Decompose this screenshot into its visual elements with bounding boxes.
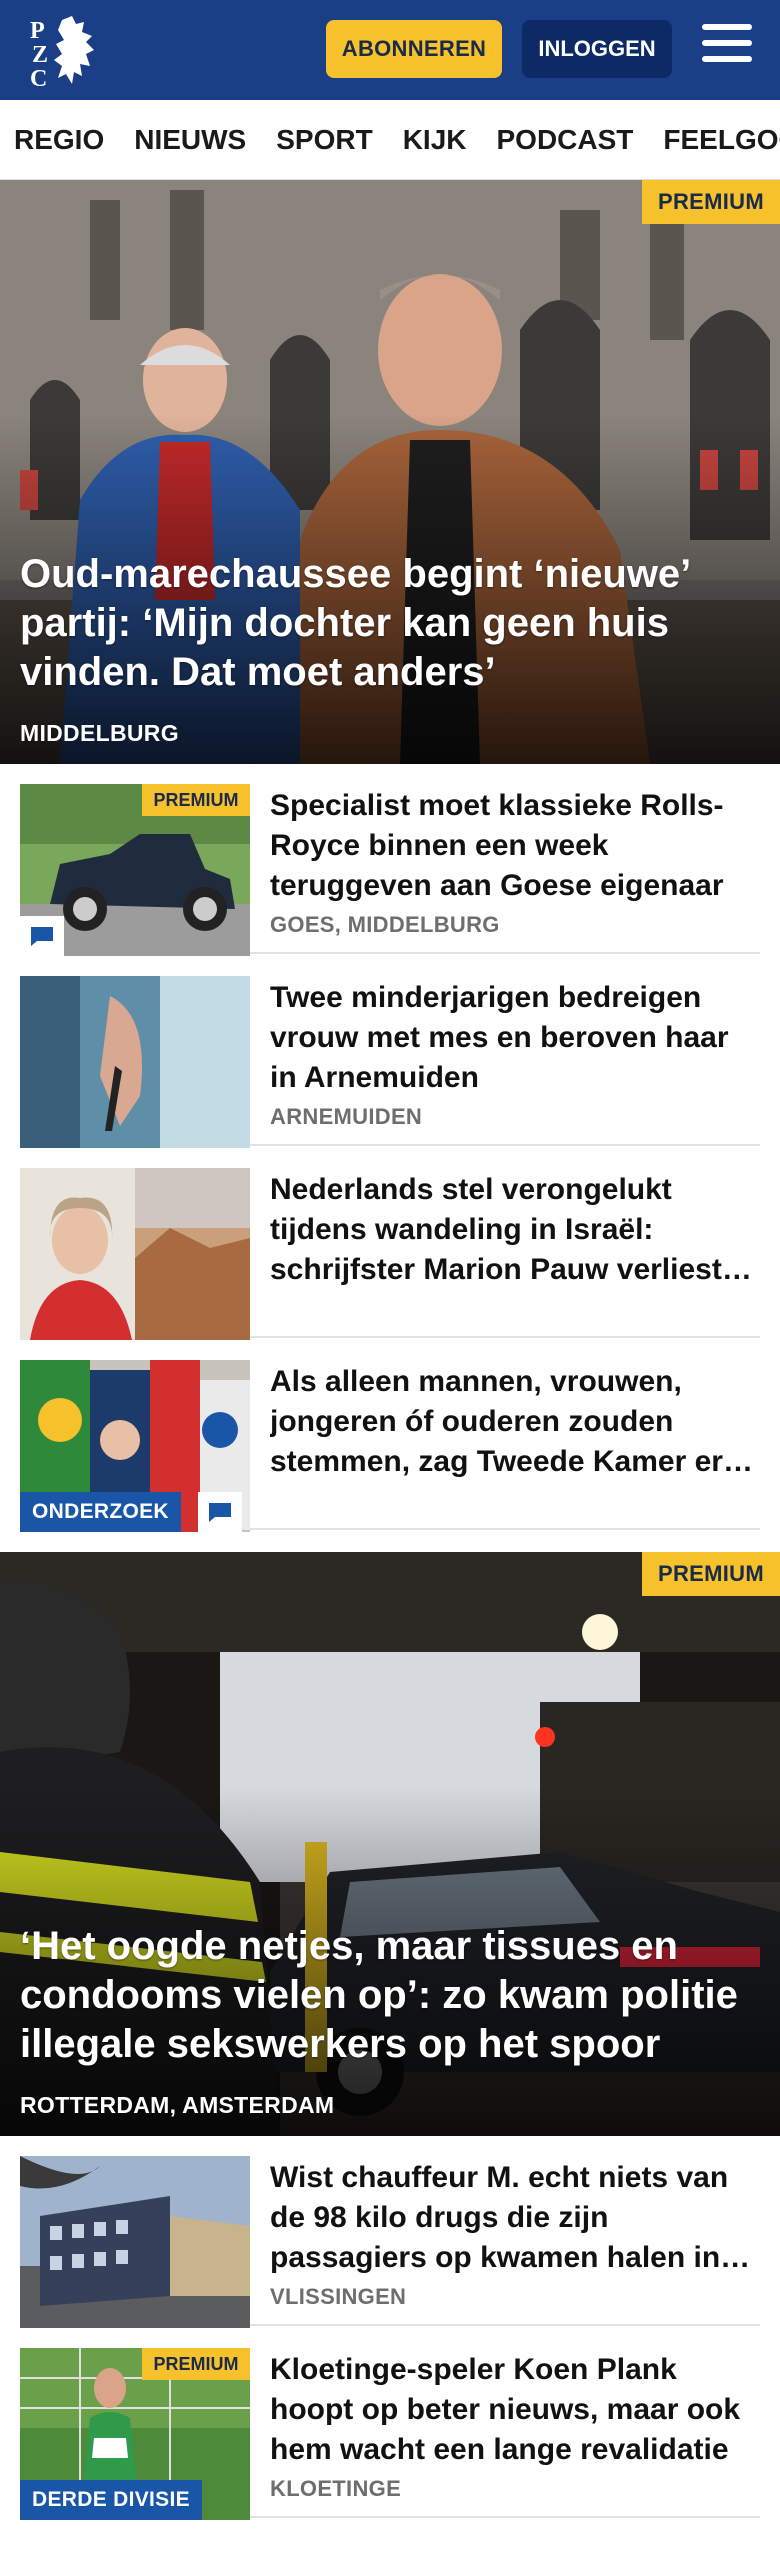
section-nav: REGIO NIEUWS SPORT KIJK PODCAST FEELGOOD…	[0, 100, 780, 180]
svg-text:C: C	[30, 66, 47, 88]
article-thumbnail: PREMIUM	[20, 784, 250, 956]
article-title[interactable]: Twee minderjarigen bedreigen vrouw met m…	[270, 978, 760, 1098]
comment-icon	[198, 1492, 242, 1532]
category-badge: DERDE DIVISIE	[20, 2480, 202, 2520]
article-thumbnail: ONDERZOEK	[20, 1360, 250, 1532]
nav-item-nieuws[interactable]: NIEUWS	[134, 124, 246, 156]
hamburger-menu-icon[interactable]	[700, 24, 754, 74]
premium-badge: PREMIUM	[142, 784, 250, 816]
list-item[interactable]: Nederlands stel verongelukt tijdens wand…	[20, 1148, 760, 1340]
article-location: KLOETINGE	[270, 2476, 402, 2501]
hero-article-1[interactable]: PREMIUM Oud-marechaussee begint ‘nieuwe’…	[0, 180, 780, 764]
list-item[interactable]: Twee minderjarigen bedreigen vrouw met m…	[20, 956, 760, 1148]
premium-badge: PREMIUM	[642, 1552, 780, 1596]
premium-badge: PREMIUM	[642, 180, 780, 224]
article-title[interactable]: Wist chauffeur M. echt niets van de 98 k…	[270, 2158, 760, 2278]
subscribe-button[interactable]: ABONNEREN	[326, 20, 502, 78]
article-location: VLISSINGEN	[270, 2284, 407, 2309]
nav-item-kijk[interactable]: KIJK	[403, 124, 467, 156]
article-location: GOES, MIDDELBURG	[270, 912, 500, 937]
nav-item-podcast[interactable]: PODCAST	[497, 124, 634, 156]
list-item[interactable]: Wist chauffeur M. echt niets van de 98 k…	[20, 2136, 760, 2328]
nav-item-feelgood[interactable]: FEELGOOD	[663, 124, 780, 156]
nav-item-regio[interactable]: REGIO	[14, 124, 104, 156]
list-item[interactable]: ONDERZOEK Als alleen mannen, vrouwen, jo…	[20, 1340, 760, 1532]
hero-title[interactable]: ‘Het oogde netjes, maar tissues en condo…	[20, 1922, 758, 2069]
article-thumbnail	[20, 976, 250, 1148]
article-thumbnail: PREMIUM DERDE DIVISIE	[20, 2348, 250, 2520]
article-title[interactable]: Kloetinge-speler Koen Plank hoopt op bet…	[270, 2350, 760, 2470]
login-button[interactable]: INLOGGEN	[522, 20, 672, 78]
premium-badge: PREMIUM	[142, 2348, 250, 2380]
hero-article-2[interactable]: PREMIUM ‘Het oogde netjes, maar tissues …	[0, 1552, 780, 2136]
hero-location: ROTTERDAM, AMSTERDAM	[20, 2092, 335, 2118]
article-thumbnail	[20, 2156, 250, 2328]
list-item[interactable]: PREMIUM Specialist moet klassieke Rolls-…	[20, 764, 760, 956]
comment-icon	[20, 916, 64, 956]
article-title[interactable]: Nederlands stel verongelukt tijdens wand…	[270, 1170, 760, 1290]
pzc-logo[interactable]: P Z C	[28, 12, 110, 92]
hero-location: MIDDELBURG	[20, 720, 179, 746]
article-title[interactable]: Als alleen mannen, vrouwen, jongeren óf …	[270, 1362, 760, 1482]
article-title[interactable]: Specialist moet klassieke Rolls-Royce bi…	[270, 786, 760, 906]
hero-title[interactable]: Oud-marechaussee begint ‘nieuwe’ partij:…	[20, 550, 758, 697]
site-header: P Z C ABONNEREN INLOGGEN	[0, 0, 780, 100]
svg-text:Z: Z	[32, 42, 48, 68]
list-item[interactable]: PREMIUM DERDE DIVISIE Kloetinge-speler K…	[20, 2328, 760, 2520]
nav-item-sport[interactable]: SPORT	[276, 124, 372, 156]
category-badge: ONDERZOEK	[20, 1492, 181, 1532]
svg-text:P: P	[30, 18, 45, 44]
article-location: ARNEMUIDEN	[270, 1104, 423, 1129]
article-thumbnail	[20, 1168, 250, 1340]
